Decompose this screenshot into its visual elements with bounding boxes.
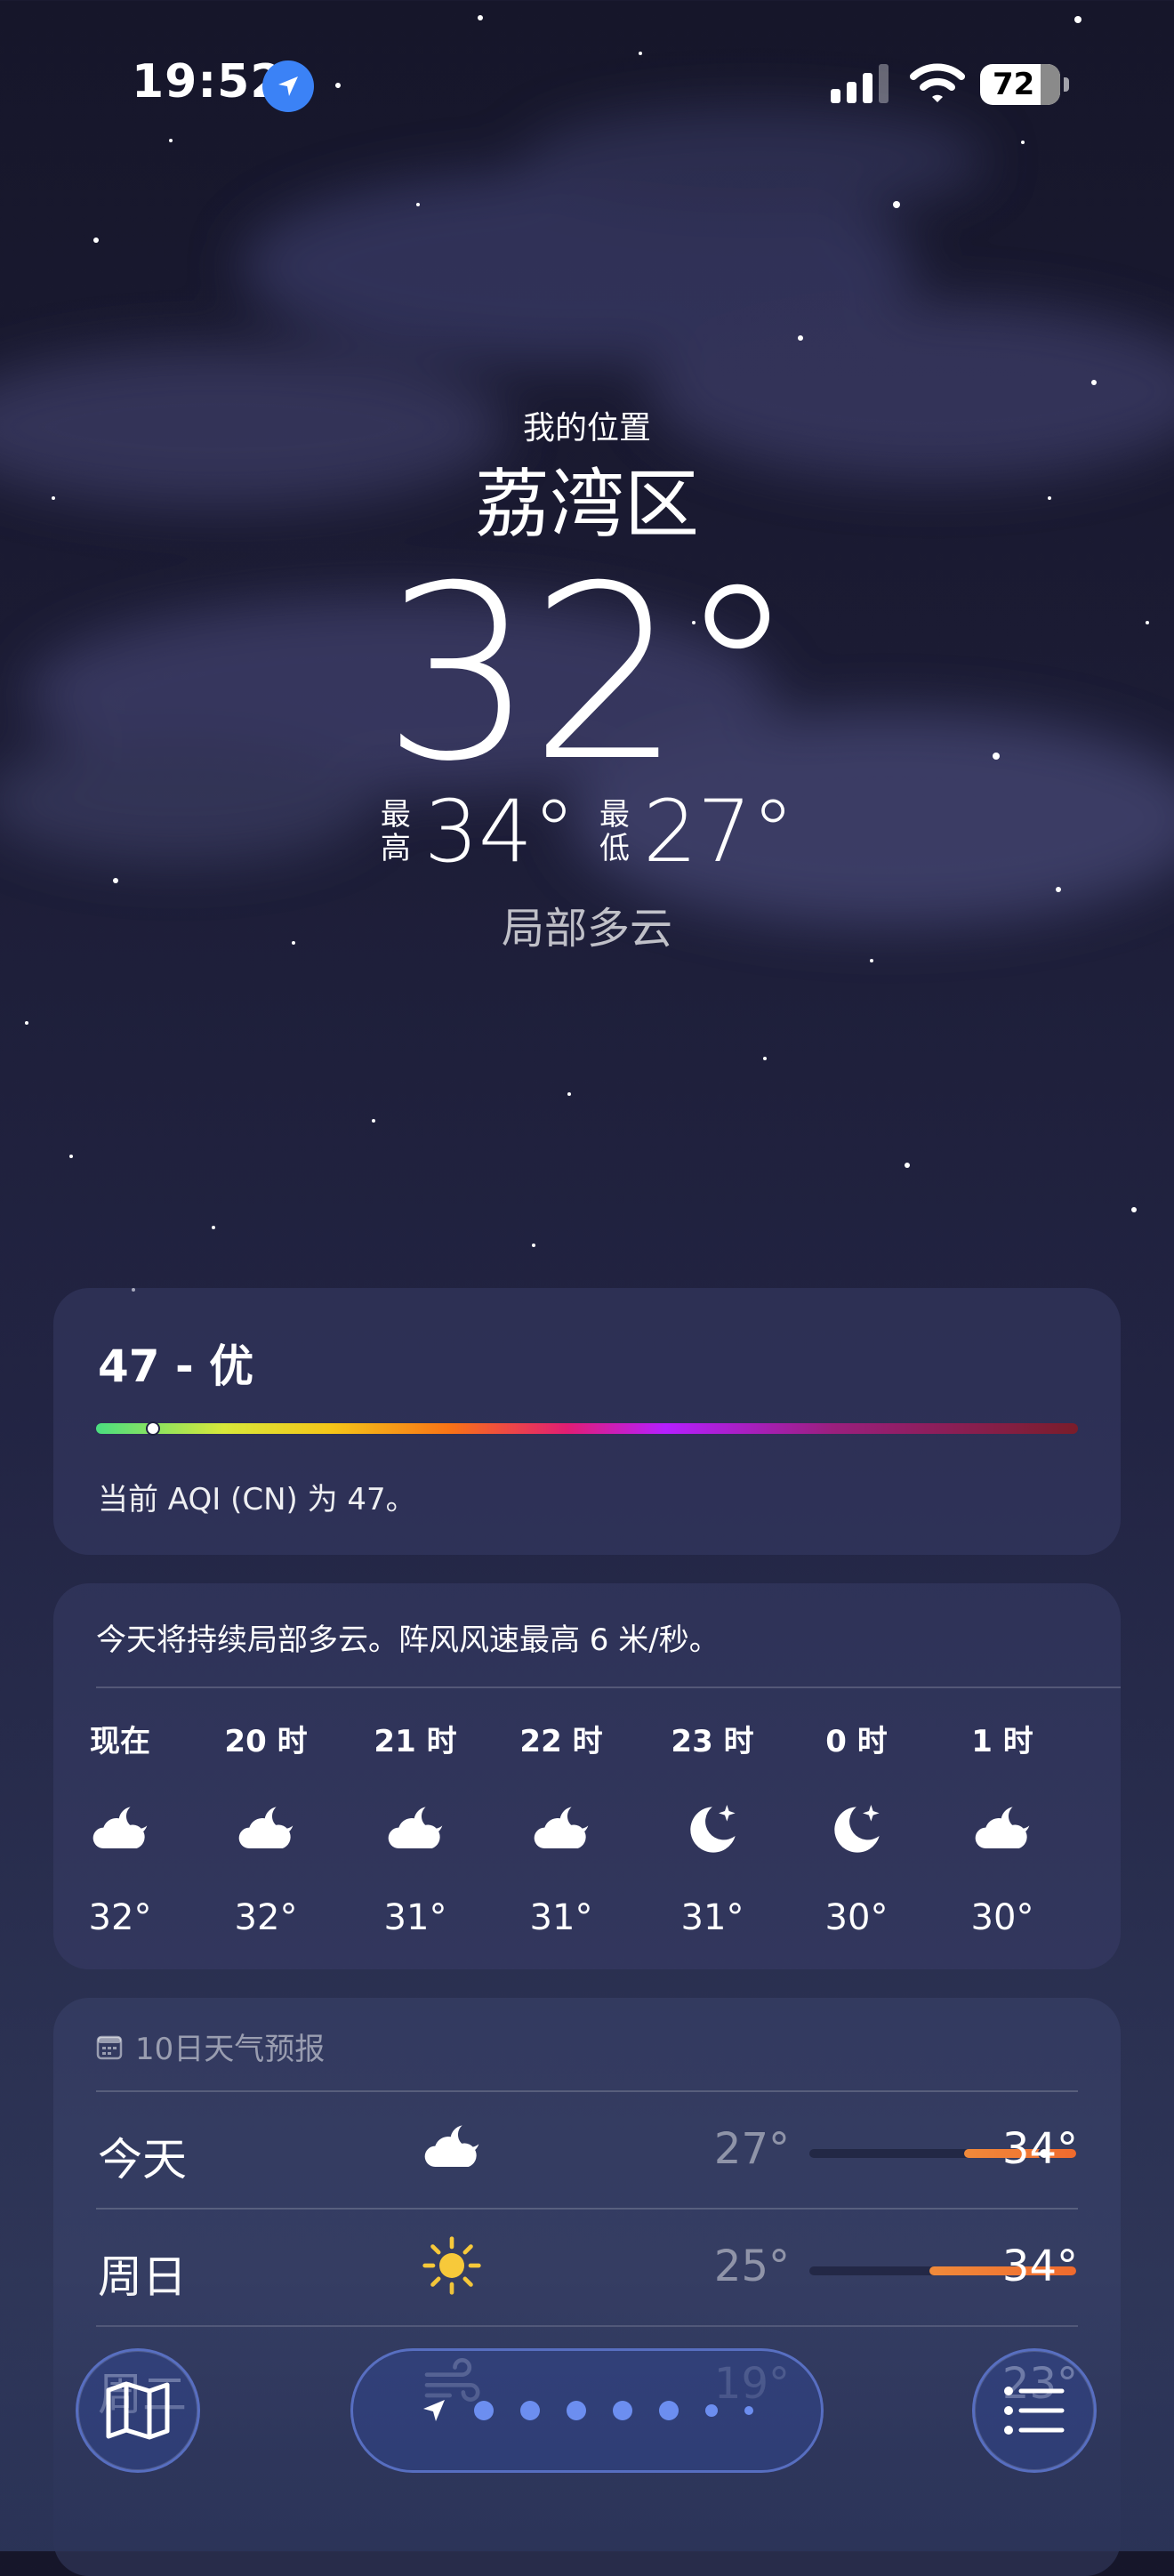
partly-cloudy-night-icon bbox=[71, 1803, 169, 1856]
battery-indicator: 72 bbox=[980, 64, 1069, 105]
hour-label: 0 时 bbox=[825, 1724, 888, 1759]
hour-label: 23 时 bbox=[671, 1724, 754, 1759]
clear-night-icon bbox=[808, 1803, 905, 1856]
status-time: 19:52 bbox=[132, 55, 284, 109]
aqi-indicator-dot bbox=[146, 1421, 160, 1436]
location-label: 我的位置 bbox=[522, 410, 651, 447]
hour-temperature: 31° bbox=[529, 1897, 593, 1938]
air-quality-card[interactable]: 47 - 优 当前 AQI (CN) 为 47。 bbox=[53, 1288, 1121, 1555]
page-dot[interactable] bbox=[474, 2401, 494, 2420]
low-temperature: 27° bbox=[643, 782, 795, 881]
hour-column: 22 时 31° bbox=[512, 1717, 610, 1938]
hour-column: 0 时 30° bbox=[808, 1717, 905, 1938]
clear-night-icon bbox=[663, 1803, 761, 1856]
partly-cloudy-night-icon bbox=[416, 2117, 487, 2179]
hour-column: 现在 32° bbox=[71, 1717, 169, 1938]
location-list-button[interactable] bbox=[972, 2348, 1097, 2473]
partly-cloudy-night-icon bbox=[512, 1803, 610, 1856]
calendar-icon bbox=[96, 2035, 123, 2059]
page-dot[interactable] bbox=[705, 2404, 718, 2417]
page-dot[interactable] bbox=[567, 2401, 586, 2420]
aqi-scale-bar bbox=[96, 1423, 1078, 1434]
ten-day-header: 10日天气预报 bbox=[96, 2025, 325, 2068]
page-dot[interactable] bbox=[613, 2401, 632, 2420]
location-arrow-icon bbox=[262, 60, 314, 112]
aqi-description: 当前 AQI (CN) 为 47。 bbox=[98, 1482, 416, 1517]
cellular-signal-icon bbox=[831, 64, 889, 103]
high-temperature: 34° bbox=[423, 782, 575, 881]
weather-condition: 局部多云 bbox=[501, 904, 672, 954]
hour-temperature: 31° bbox=[680, 1897, 744, 1938]
hour-label: 1 时 bbox=[971, 1724, 1033, 1759]
hour-column: 1 时 30° bbox=[953, 1717, 1051, 1938]
hourly-forecast-card[interactable]: 今天将持续局部多云。阵风风速最高 6 米/秒。 现在 32° 20 时 32° 21 时… bbox=[53, 1583, 1121, 1969]
map-button[interactable] bbox=[76, 2348, 200, 2473]
hour-label: 20 时 bbox=[224, 1724, 308, 1759]
partly-cloudy-night-icon bbox=[217, 1803, 315, 1856]
hour-label: 现在 bbox=[90, 1724, 150, 1759]
hour-column: 21 时 31° bbox=[366, 1717, 464, 1938]
partly-cloudy-night-icon bbox=[366, 1803, 464, 1856]
high-label: 最高 bbox=[380, 797, 411, 866]
hour-label: 22 时 bbox=[519, 1724, 603, 1759]
current-location-icon bbox=[423, 2400, 445, 2421]
hour-temperature: 30° bbox=[970, 1897, 1034, 1938]
hour-column: 23 时 31° bbox=[663, 1717, 761, 1938]
hour-temperature: 31° bbox=[383, 1897, 447, 1938]
day-high-temperature: 34° bbox=[1001, 2124, 1078, 2174]
hour-temperature: 32° bbox=[88, 1897, 152, 1938]
partly-cloudy-night-icon bbox=[953, 1803, 1051, 1856]
hour-temperature: 30° bbox=[824, 1897, 889, 1938]
page-dot[interactable] bbox=[520, 2401, 540, 2420]
current-temperature: 32° bbox=[382, 534, 798, 814]
page-dot[interactable] bbox=[659, 2401, 679, 2420]
ten-day-title: 10日天气预报 bbox=[135, 2032, 326, 2067]
aqi-title: 47 - 优 bbox=[98, 1340, 254, 1392]
location-pager[interactable] bbox=[350, 2348, 824, 2473]
divider bbox=[96, 1686, 1121, 1688]
low-label: 最低 bbox=[599, 797, 630, 866]
hour-column: 20 时 32° bbox=[217, 1717, 315, 1938]
day-low-temperature: 27° bbox=[713, 2124, 790, 2174]
day-name: 今天 bbox=[98, 2134, 187, 2186]
wifi-icon bbox=[910, 63, 965, 102]
high-low-temperatures: 最高 34° 最低 27° bbox=[0, 782, 1174, 881]
map-icon bbox=[106, 2381, 170, 2440]
hour-temperature: 32° bbox=[234, 1897, 298, 1938]
page-dot[interactable] bbox=[744, 2406, 753, 2415]
list-icon bbox=[1004, 2387, 1065, 2435]
hourly-summary: 今天将持续局部多云。阵风风速最高 6 米/秒。 bbox=[96, 1622, 720, 1658]
hour-label: 21 时 bbox=[374, 1724, 457, 1759]
battery-level: 72 bbox=[993, 67, 1035, 102]
day-row[interactable]: 今天 27° 34° bbox=[96, 2092, 1078, 2208]
